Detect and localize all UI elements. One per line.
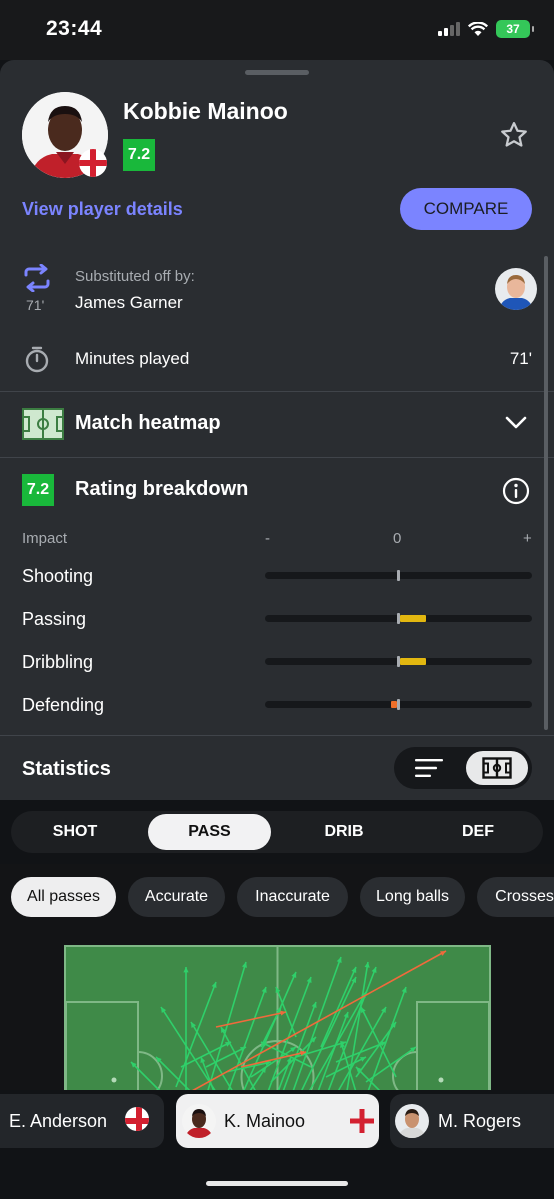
breakdown-bar [265, 613, 532, 624]
player-card-avatar [395, 1104, 429, 1138]
pass-arrow-head [261, 987, 267, 993]
pass-arrow [175, 981, 217, 1088]
favorite-star-icon[interactable] [499, 120, 529, 150]
impact-axis-minus: - [265, 530, 270, 547]
player-name: Kobbie Mainoo [123, 98, 288, 124]
player-sheet: Kobbie Mainoo 7.2 View player details CO… [0, 60, 554, 800]
breakdown-bar-center [397, 613, 400, 624]
player-card-name: M. Rogers [438, 1111, 522, 1131]
player-card-e-anderson[interactable]: E. Anderson [0, 1094, 164, 1148]
substitution-icon [24, 264, 50, 292]
england-cross-icon [350, 1109, 374, 1133]
pass-arrow [205, 961, 247, 1098]
pass-map-panel: All passes Accurate Inaccurate Long ball… [0, 864, 554, 1099]
view-player-details-link[interactable]: View player details [22, 199, 183, 220]
player-card-name: E. Anderson [9, 1111, 108, 1131]
filter-chip-inaccurate[interactable]: Inaccurate [237, 877, 348, 917]
info-icon[interactable] [502, 477, 530, 505]
england-flag-icon [79, 149, 107, 177]
pass-arrow-head [336, 957, 342, 963]
breakdown-bar-center [397, 570, 400, 581]
battery-icon: 37 [496, 20, 534, 38]
chevron-down-icon[interactable] [505, 416, 527, 430]
player-card-avatar [182, 1104, 216, 1138]
tab-drib[interactable]: DRIB [283, 814, 405, 850]
pass-arrow-head [401, 987, 407, 993]
england-flag-icon [125, 1107, 149, 1131]
statistics-title: Statistics [22, 758, 111, 780]
substitution-label: Substituted off by: [75, 268, 195, 285]
pitch-icon [482, 757, 512, 779]
breakdown-row-label: Dribbling [22, 652, 94, 672]
match-heatmap-title[interactable]: Match heatmap [75, 412, 221, 435]
pitch-heatmap-icon [22, 408, 64, 440]
stopwatch-icon [25, 346, 49, 373]
filter-chip-accurate[interactable]: Accurate [128, 877, 225, 917]
player-card-k-mainoo[interactable]: K. Mainoo [176, 1094, 379, 1148]
pitch-view-button[interactable] [466, 751, 528, 785]
status-icons: 37 [438, 20, 534, 38]
pass-arrow [225, 986, 267, 1098]
breakdown-bar [265, 699, 532, 710]
breakdown-bar-fill [399, 615, 427, 622]
signal-icon [438, 22, 460, 36]
pass-arrow [280, 1001, 317, 1098]
compare-button[interactable]: COMPARE [400, 188, 532, 230]
battery-level: 37 [506, 22, 520, 36]
tab-def[interactable]: DEF [417, 814, 539, 850]
impact-axis-zero: 0 [393, 530, 402, 547]
scrollbar[interactable] [544, 256, 548, 730]
home-indicator [206, 1181, 348, 1186]
rating-breakdown-badge: 7.2 [22, 474, 54, 506]
divider [0, 391, 554, 392]
status-time: 23:44 [46, 17, 103, 40]
impact-label: Impact [22, 530, 68, 547]
substitution-minute: 71' [26, 297, 45, 313]
list-icon [415, 759, 443, 777]
status-bar: 23:44 37 [0, 0, 554, 60]
list-view-button[interactable] [398, 751, 460, 785]
wifi-icon [468, 21, 488, 36]
statistics-view-toggle [394, 747, 532, 789]
stat-type-tabs: SHOT PASS DRIB DEF [11, 811, 543, 853]
tab-shot[interactable]: SHOT [14, 814, 136, 850]
breakdown-bar-fill [399, 658, 427, 665]
minutes-played-label: Minutes played [75, 349, 190, 368]
player-card-m-rogers[interactable]: M. Rogers [390, 1094, 554, 1148]
player-card-name: K. Mainoo [224, 1111, 306, 1131]
breakdown-bar-center [397, 656, 400, 667]
pass-map-pitch [64, 945, 491, 1099]
minutes-played-value: 71' [509, 349, 532, 368]
breakdown-row-label: Shooting [22, 566, 94, 586]
breakdown-row-label: Defending [22, 695, 105, 715]
pass-arrow-head [183, 967, 189, 973]
divider [0, 457, 554, 458]
breakdown-bar [265, 570, 532, 581]
breakdown-bar [265, 656, 532, 667]
rating-breakdown-title: Rating breakdown [75, 478, 249, 500]
impact-axis-plus: + [523, 530, 532, 547]
tab-pass[interactable]: PASS [148, 814, 271, 850]
filter-chip-crosses[interactable]: Crosses [477, 877, 554, 917]
breakdown-row-label: Passing [22, 609, 87, 629]
substitute-player-name[interactable]: James Garner [75, 293, 183, 313]
breakdown-bar-center [397, 699, 400, 710]
filter-chip-long-balls[interactable]: Long balls [360, 877, 465, 917]
player-rating-badge: 7.2 [123, 139, 155, 171]
sheet-grabber[interactable] [245, 70, 309, 75]
substitute-avatar[interactable] [495, 268, 537, 310]
filter-chip-all-passes[interactable]: All passes [11, 877, 116, 917]
